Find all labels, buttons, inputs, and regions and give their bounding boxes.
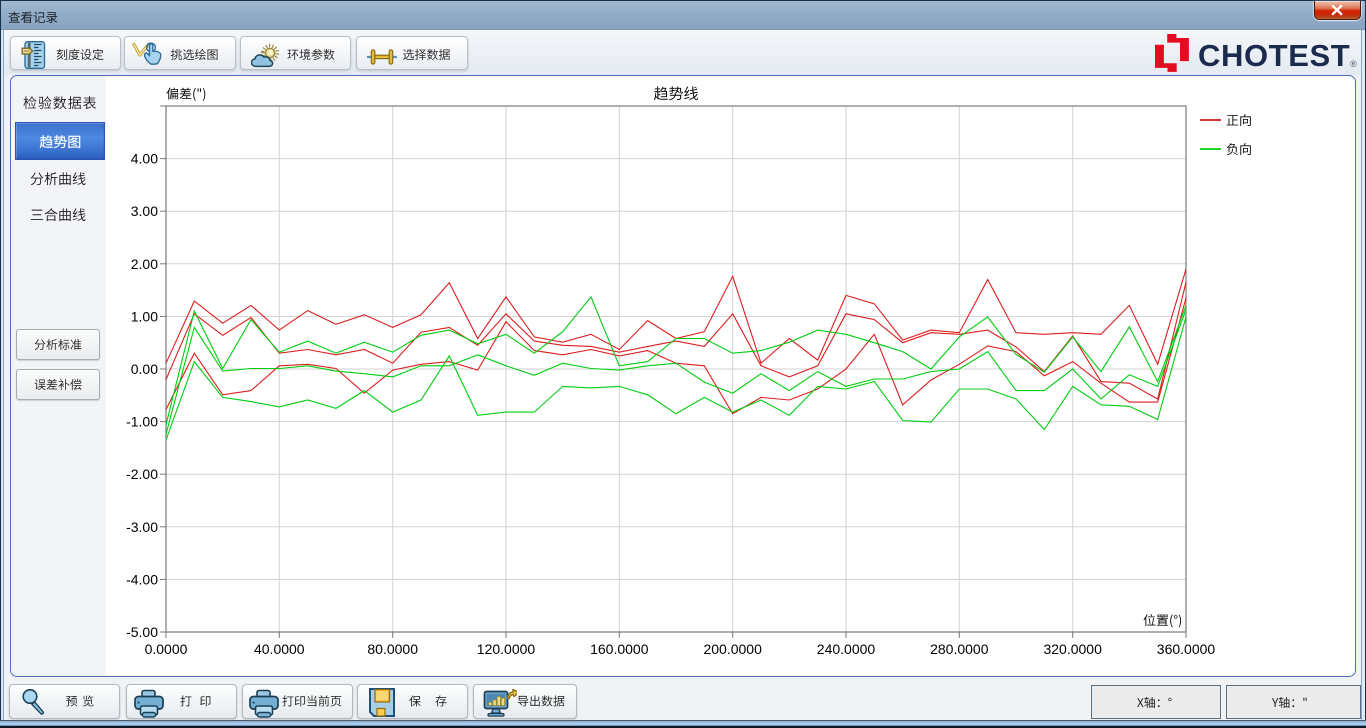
svg-text:-5.00: -5.00 <box>126 624 158 640</box>
svg-text:4.00: 4.00 <box>131 151 158 167</box>
svg-text:2.00: 2.00 <box>131 256 158 272</box>
svg-text:200.0000: 200.0000 <box>703 641 762 657</box>
svg-text:0.00: 0.00 <box>131 361 158 377</box>
svg-text:360.0000: 360.0000 <box>1157 641 1216 657</box>
svg-text:-2.00: -2.00 <box>126 466 158 482</box>
svg-text:1.00: 1.00 <box>131 308 158 324</box>
svg-text:3.00: 3.00 <box>131 203 158 219</box>
svg-text:0.0000: 0.0000 <box>145 641 188 657</box>
svg-text:-1.00: -1.00 <box>126 414 158 430</box>
svg-text:-3.00: -3.00 <box>126 519 158 535</box>
svg-text:120.0000: 120.0000 <box>477 641 536 657</box>
svg-text:-4.00: -4.00 <box>126 571 158 587</box>
svg-text:40.0000: 40.0000 <box>254 641 305 657</box>
svg-text:80.0000: 80.0000 <box>367 641 418 657</box>
svg-text:280.0000: 280.0000 <box>930 641 989 657</box>
svg-text:160.0000: 160.0000 <box>590 641 649 657</box>
svg-text:240.0000: 240.0000 <box>817 641 876 657</box>
svg-text:320.0000: 320.0000 <box>1043 641 1102 657</box>
